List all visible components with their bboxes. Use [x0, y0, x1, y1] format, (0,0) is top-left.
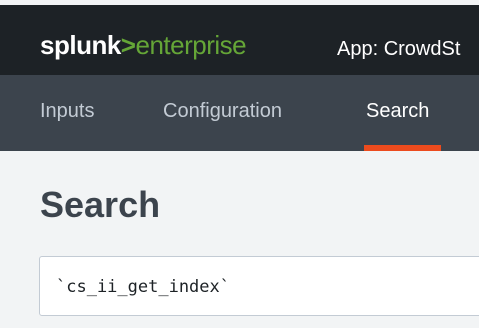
page-title: Search [40, 184, 161, 225]
app-header: splunk>enterprise App: CrowdSt [0, 5, 479, 75]
logo-separator-chevron: > [120, 30, 136, 60]
active-tab-indicator [364, 145, 441, 151]
logo-product: enterprise [135, 30, 247, 60]
splunk-enterprise-logo[interactable]: splunk>enterprise [40, 30, 247, 60]
app-nav-bar: Inputs Configuration Search [0, 75, 479, 151]
logo-brand: splunk [40, 30, 121, 60]
nav-item-inputs[interactable]: Inputs [40, 99, 94, 123]
nav-item-configuration[interactable]: Configuration [163, 99, 282, 123]
search-bar[interactable]: `cs_ii_get_index` [39, 256, 479, 316]
app-selector[interactable]: App: CrowdSt [337, 37, 460, 61]
search-query-input[interactable]: `cs_ii_get_index` [56, 276, 230, 298]
nav-item-search[interactable]: Search [366, 99, 429, 123]
